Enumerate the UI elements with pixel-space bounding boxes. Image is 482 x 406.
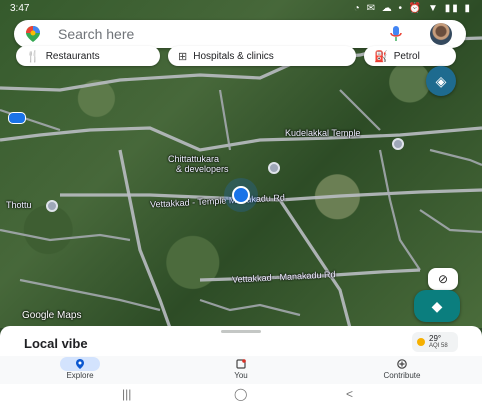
sun-icon [417,338,425,346]
chip-label: Restaurants [45,50,100,62]
nav-you[interactable]: You [181,356,301,384]
fuel-icon: ⛽ [374,50,388,63]
you-bookmark-icon [221,357,261,371]
nav-explore[interactable]: Explore [20,356,140,384]
bottom-sheet[interactable]: Local vibe 29° AQI 58 [0,326,482,356]
map-label-place[interactable]: Chittattukara [168,154,219,164]
weather-aqi: AQI 58 [429,343,448,349]
google-maps-pin-icon [26,26,40,42]
contribute-plus-icon [382,357,422,371]
temple-marker-icon[interactable] [392,138,404,150]
google-maps-attribution: Google Maps [22,310,82,321]
explore-pin-icon [60,357,100,371]
sheet-drag-handle[interactable] [221,330,261,333]
search-bar[interactable]: Search here [14,20,466,48]
compass-icon: ⊘ [437,272,449,286]
directions-icon: ◆ [431,297,443,314]
system-navigation-bar: ||| ◯ < [0,384,482,406]
nav-contribute[interactable]: Contribute [342,356,462,384]
poi-marker-icon[interactable] [46,200,58,212]
chip-label: Hospitals & clinics [193,50,274,62]
nav-label: Contribute [383,371,421,380]
search-input[interactable]: Search here [58,26,134,42]
fork-knife-icon: 🍴 [26,50,40,63]
sheet-title: Local vibe [24,336,88,351]
compass-button[interactable]: ⊘ [428,268,458,290]
status-icons: ◔ ✉ ☁ • ⏰ ▼ ▮▮ ▮ [353,3,472,14]
map-label-place-sub: & developers [176,164,229,174]
layers-button[interactable]: ◈ [426,66,456,96]
bottom-navigation: Explore You Contribute [0,356,482,384]
chip-restaurants[interactable]: 🍴 Restaurants [16,46,160,66]
recents-button[interactable]: ||| [122,387,131,401]
map-label-small: Thottu [6,200,32,210]
place-marker-icon[interactable] [268,162,280,174]
microphone-icon[interactable] [390,26,402,42]
weather-chip[interactable]: 29° AQI 58 [412,332,458,352]
nav-label: Explore [66,371,94,380]
weather-temperature: 29° [429,334,442,343]
current-location-icon [232,186,250,204]
chip-petrol[interactable]: ⛽ Petrol [364,46,456,66]
map-label-temple[interactable]: Kudelakkal Temple [285,128,360,138]
home-button[interactable]: ◯ [234,387,247,401]
status-bar: 3:47 ◔ ✉ ☁ • ⏰ ▼ ▮▮ ▮ [0,0,482,18]
back-button[interactable]: < [346,387,353,401]
chip-label: Petrol [393,50,420,62]
layers-icon: ◈ [435,72,447,89]
transit-marker-icon[interactable] [8,112,26,124]
status-time: 3:47 [10,3,30,14]
hospital-icon: ⊞ [178,50,188,63]
chip-hospitals[interactable]: ⊞ Hospitals & clinics [168,46,356,66]
nav-label: You [234,371,248,380]
directions-button[interactable]: ◆ [414,290,460,322]
profile-avatar[interactable] [430,23,452,45]
